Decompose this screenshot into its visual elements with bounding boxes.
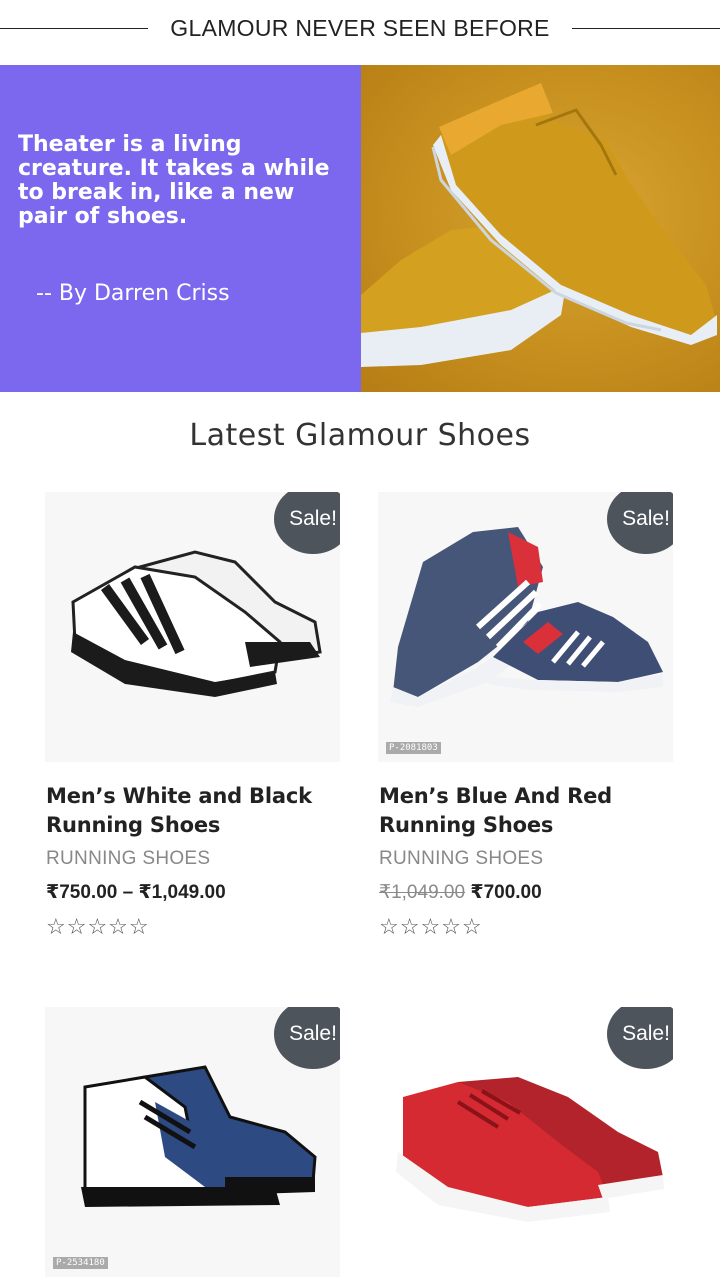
quote-panel: Theater is a living creature. It takes a… (0, 65, 361, 392)
product-price: ₹750.00 – ₹1,049.00 (46, 881, 226, 904)
heading-divider-right (572, 28, 720, 29)
product-name[interactable]: Men’s White and Black Running Shoes (46, 782, 346, 840)
section-heading: GLAMOUR NEVER SEEN BEFORE (0, 0, 720, 62)
heading-divider-left (0, 28, 148, 29)
section-title: Latest Glamour Shoes (189, 418, 531, 453)
heading-title: GLAMOUR NEVER SEEN BEFORE (156, 14, 564, 42)
current-price: ₹700.00 (470, 882, 542, 903)
star-rating: ☆☆☆☆☆ (46, 914, 150, 939)
product-category[interactable]: RUNNING SHOES (379, 848, 543, 870)
product-image[interactable]: Sale! (45, 492, 340, 762)
product-image[interactable]: Sale! (378, 1007, 673, 1277)
product-category[interactable]: RUNNING SHOES (46, 848, 210, 870)
banner-author: -- By Darren Criss (36, 281, 230, 306)
product-price: ₹1,049.00 ₹700.00 (379, 881, 542, 904)
hero-banner: Theater is a living creature. It takes a… (0, 65, 720, 392)
product-image[interactable]: Sale! P-2534180 (45, 1007, 340, 1277)
current-price: ₹750.00 – ₹1,049.00 (46, 882, 226, 903)
product-image[interactable]: Sale! P-2081803 (378, 492, 673, 762)
product-code: P-2534180 (53, 1257, 108, 1269)
product-name[interactable]: Men’s Blue And Red Running Shoes (379, 782, 679, 840)
product-code: P-2081803 (386, 742, 441, 754)
old-price: ₹1,049.00 (379, 882, 466, 903)
banner-quote: Theater is a living creature. It takes a… (18, 132, 330, 229)
banner-shoe-image (361, 65, 720, 392)
star-rating: ☆☆☆☆☆ (379, 914, 483, 939)
shoe-illustration (361, 83, 717, 367)
